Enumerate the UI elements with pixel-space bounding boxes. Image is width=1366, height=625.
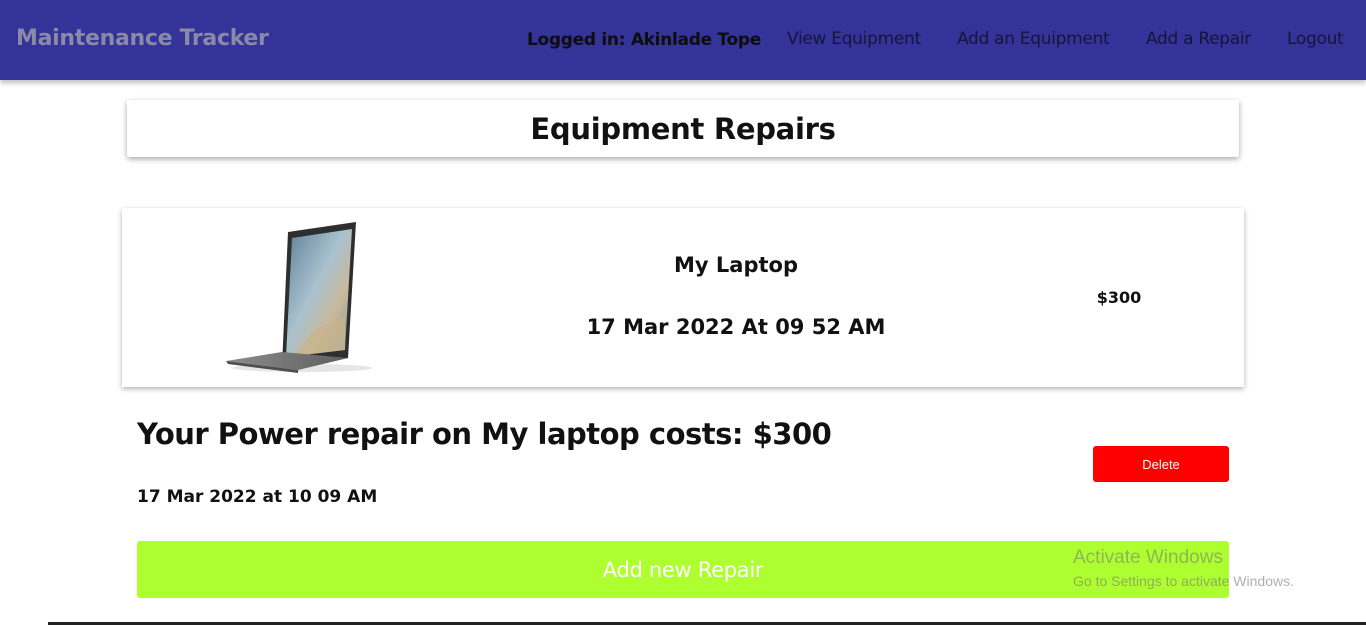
page-title-card: Equipment Repairs [127,100,1239,157]
nav-link-add-equipment[interactable]: Add an Equipment [957,29,1110,49]
equipment-card: My Laptop 17 Mar 2022 At 09 52 AM $300 [122,208,1244,387]
activate-windows-subtitle: Go to Settings to activate Windows. [1073,573,1294,589]
page-title: Equipment Repairs [530,111,836,146]
repair-date: 17 Mar 2022 at 10 09 AM [137,487,378,507]
activate-windows-title: Activate Windows [1073,547,1223,568]
navbar: Maintenance Tracker Logged in: Akinlade … [0,0,1366,80]
nav-link-add-repair[interactable]: Add a Repair [1146,29,1251,49]
logged-in-user: Logged in: Akinlade Tope [527,30,761,50]
equipment-name: My Laptop [674,253,798,277]
nav-link-logout[interactable]: Logout [1287,29,1344,49]
equipment-cost: $300 [1096,288,1142,307]
repair-summary: Your Power repair on My laptop costs: $3… [137,417,832,451]
equipment-date: 17 Mar 2022 At 09 52 AM [586,315,886,339]
delete-button[interactable]: Delete [1093,446,1229,482]
add-new-repair-button[interactable]: Add new Repair [137,541,1229,598]
nav-link-view-equipment[interactable]: View Equipment [787,29,921,49]
laptop-image [226,222,372,373]
brand-logo[interactable]: Maintenance Tracker [16,26,269,51]
